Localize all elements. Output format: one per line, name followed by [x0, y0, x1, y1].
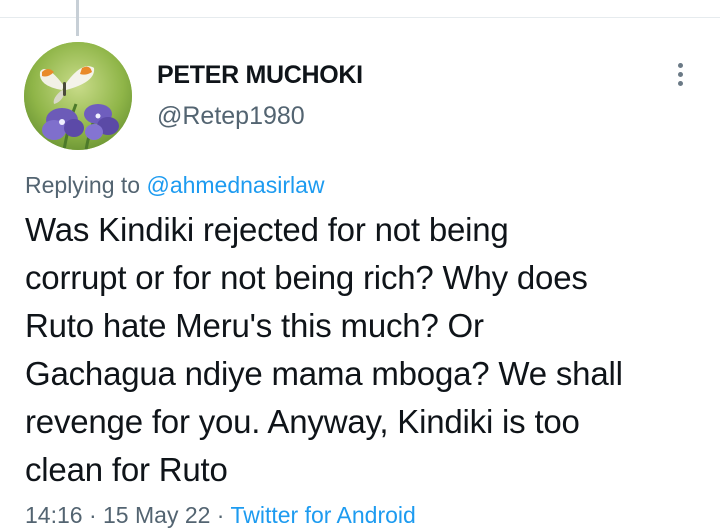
- tweet-source-link[interactable]: Twitter for Android: [230, 502, 415, 528]
- reply-mention-link[interactable]: @ahmednasirlaw: [146, 172, 324, 198]
- thread-connector-line: [76, 0, 79, 36]
- reply-context-prefix: Replying to: [25, 172, 147, 198]
- tweet-time[interactable]: 14:16: [25, 502, 83, 528]
- top-divider: [0, 17, 720, 18]
- meta-separator: ·: [82, 502, 104, 528]
- more-vertical-icon: [677, 62, 683, 68]
- more-vertical-icon-dot: [677, 80, 683, 86]
- author-display-name[interactable]: PETER MUCHOKI: [157, 61, 363, 90]
- tweet-detail: PETER MUCHOKI @Retep1980 Replying to @ah…: [0, 0, 720, 529]
- more-options-button[interactable]: [664, 56, 696, 92]
- more-vertical-icon-dot: [677, 71, 683, 77]
- tweet-metadata: 14:16 · 15 May 22 · Twitter for Android: [25, 502, 416, 529]
- avatar[interactable]: [24, 42, 132, 150]
- author-handle[interactable]: @Retep1980: [157, 102, 305, 131]
- reply-context: Replying to @ahmednasirlaw: [25, 172, 325, 199]
- avatar-butterfly-flower-photo: [24, 42, 132, 150]
- meta-separator: ·: [210, 502, 231, 528]
- tweet-text: Was Kindiki rejected for not being corru…: [25, 211, 623, 488]
- tweet-date[interactable]: 15 May 22: [103, 502, 210, 528]
